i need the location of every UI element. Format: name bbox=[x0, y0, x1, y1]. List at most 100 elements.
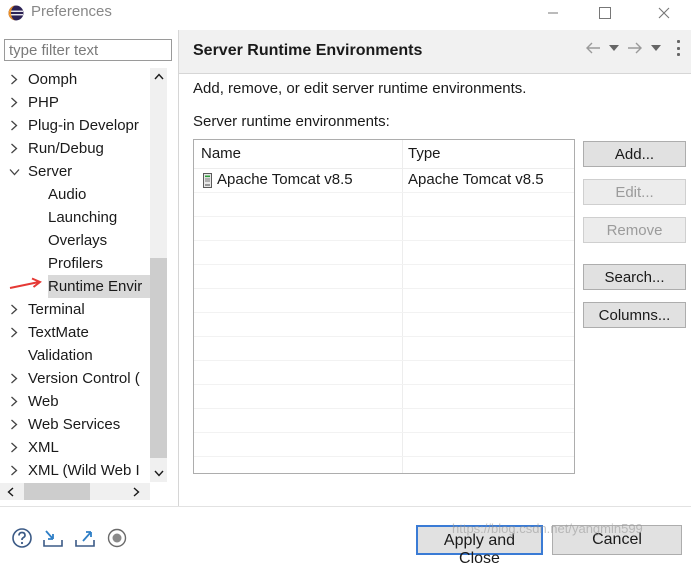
tree-item-label: Version Control ( bbox=[28, 370, 140, 387]
scroll-down-button[interactable] bbox=[150, 465, 167, 482]
tree-expander[interactable] bbox=[9, 137, 21, 160]
back-arrow-icon bbox=[586, 42, 600, 54]
chevron-right-icon bbox=[11, 97, 18, 108]
edit-button[interactable]: Edit... bbox=[583, 179, 686, 205]
table-row-line bbox=[194, 192, 574, 193]
tree-item[interactable]: Web bbox=[0, 390, 150, 413]
chevron-down-icon bbox=[9, 169, 20, 176]
table-row-line bbox=[194, 384, 574, 385]
chevron-right-icon bbox=[11, 74, 18, 85]
chevron-right-icon bbox=[11, 465, 18, 476]
tree-expander[interactable] bbox=[9, 114, 21, 137]
tree-horizontal-scrollbar[interactable] bbox=[0, 483, 150, 500]
minimize-icon bbox=[548, 12, 558, 14]
remove-button[interactable]: Remove bbox=[583, 217, 686, 243]
tree-expander[interactable] bbox=[9, 298, 21, 321]
export-icon[interactable] bbox=[74, 528, 96, 548]
column-header-type[interactable]: Type bbox=[408, 142, 441, 166]
table-row-line bbox=[194, 360, 574, 361]
tree-item[interactable]: Oomph bbox=[0, 68, 150, 91]
tree-item[interactable]: Web Services bbox=[0, 413, 150, 436]
help-icon[interactable] bbox=[11, 528, 33, 548]
columns-button[interactable]: Columns... bbox=[583, 302, 686, 328]
back-history-dropdown[interactable] bbox=[606, 40, 622, 56]
tree-item-label: Launching bbox=[48, 209, 118, 226]
tree-item[interactable]: Run/Debug bbox=[0, 137, 150, 160]
chevron-right-icon bbox=[11, 442, 18, 453]
annotation-arrow-icon bbox=[9, 277, 42, 289]
page-description: Add, remove, or edit server runtime envi… bbox=[193, 80, 527, 97]
chevron-right-icon bbox=[11, 120, 18, 131]
minimize-button[interactable] bbox=[530, 0, 576, 26]
tree-item-label: XML bbox=[28, 439, 59, 456]
tree-expander[interactable] bbox=[9, 91, 21, 114]
table-row-line bbox=[194, 264, 574, 265]
pane-divider[interactable] bbox=[178, 30, 179, 506]
tree-vertical-scrollbar[interactable] bbox=[150, 68, 167, 482]
tree-item-label: TextMate bbox=[28, 324, 89, 341]
runtime-name-cell[interactable]: Apache Tomcat v8.5 bbox=[217, 168, 353, 192]
forward-button[interactable] bbox=[627, 40, 643, 56]
record-icon[interactable] bbox=[106, 528, 128, 548]
tree-expander[interactable] bbox=[9, 459, 21, 482]
tree-expander[interactable] bbox=[9, 160, 21, 183]
add-button[interactable]: Add... bbox=[583, 141, 686, 167]
runtime-environments-table[interactable]: Name Type Apache Tomcat v8.5 Apache Tomc… bbox=[193, 139, 575, 474]
tree-item-label: Web Services bbox=[28, 416, 121, 433]
tree-item[interactable]: XML (Wild Web I bbox=[0, 459, 150, 482]
chevron-left-icon bbox=[7, 486, 14, 497]
table-row-line bbox=[194, 432, 574, 433]
tree-item-label: Overlays bbox=[48, 232, 108, 249]
tree-item-label: Runtime Envir bbox=[48, 275, 150, 298]
dropdown-icon bbox=[609, 45, 619, 51]
forward-arrow-icon bbox=[628, 42, 642, 54]
tree-item-label: Web bbox=[28, 393, 59, 410]
tree-expander[interactable] bbox=[9, 321, 21, 344]
scroll-right-button[interactable] bbox=[128, 483, 145, 500]
tree-expander[interactable] bbox=[9, 367, 21, 390]
tree-item[interactable]: Overlays bbox=[0, 229, 150, 252]
tree-expander[interactable] bbox=[9, 413, 21, 436]
tree-item[interactable]: Version Control ( bbox=[0, 367, 150, 390]
tree-item[interactable]: Validation bbox=[0, 344, 150, 367]
tree-item-label: Plug-in Developr bbox=[28, 117, 139, 134]
tree-expander[interactable] bbox=[9, 436, 21, 459]
tree-item[interactable]: Audio bbox=[0, 183, 150, 206]
search-button[interactable]: Search... bbox=[583, 264, 686, 290]
tree-item[interactable]: XML bbox=[0, 436, 150, 459]
tree-item[interactable]: PHP bbox=[0, 91, 150, 114]
tree-item[interactable]: TextMate bbox=[0, 321, 150, 344]
eclipse-icon bbox=[8, 5, 24, 21]
chevron-right-icon bbox=[11, 304, 18, 315]
tree-item[interactable]: Server bbox=[0, 160, 150, 183]
view-menu-icon[interactable] bbox=[677, 40, 687, 56]
forward-history-dropdown[interactable] bbox=[648, 40, 664, 56]
tree-item-label: Validation bbox=[28, 347, 93, 364]
chevron-right-icon bbox=[133, 486, 140, 497]
tree-expander[interactable] bbox=[9, 68, 21, 91]
tree-expander[interactable] bbox=[9, 390, 21, 413]
table-row-line bbox=[194, 288, 574, 289]
column-header-name[interactable]: Name bbox=[201, 142, 241, 166]
tree-item[interactable]: Plug-in Developr bbox=[0, 114, 150, 137]
close-button[interactable] bbox=[641, 0, 687, 26]
scroll-thumb[interactable] bbox=[150, 258, 167, 458]
tree-item[interactable]: Terminal bbox=[0, 298, 150, 321]
runtime-type-cell[interactable]: Apache Tomcat v8.5 bbox=[408, 168, 544, 192]
horizontal-scroll-thumb[interactable] bbox=[24, 483, 90, 500]
column-separator[interactable] bbox=[402, 140, 403, 473]
back-button[interactable] bbox=[585, 40, 601, 56]
table-header bbox=[194, 140, 574, 169]
scroll-left-button[interactable] bbox=[2, 483, 19, 500]
tree-item[interactable]: Profilers bbox=[0, 252, 150, 275]
table-row-line bbox=[194, 312, 574, 313]
tree-item-label: XML (Wild Web I bbox=[28, 462, 140, 479]
chevron-right-icon bbox=[11, 373, 18, 384]
maximize-button[interactable] bbox=[582, 0, 628, 26]
tree-item[interactable]: Launching bbox=[0, 206, 150, 229]
window-title: Preferences bbox=[31, 3, 112, 20]
scroll-up-button[interactable] bbox=[150, 68, 167, 85]
import-icon[interactable] bbox=[42, 528, 64, 548]
filter-input[interactable] bbox=[4, 39, 172, 61]
tree-item-label: Oomph bbox=[28, 71, 78, 88]
